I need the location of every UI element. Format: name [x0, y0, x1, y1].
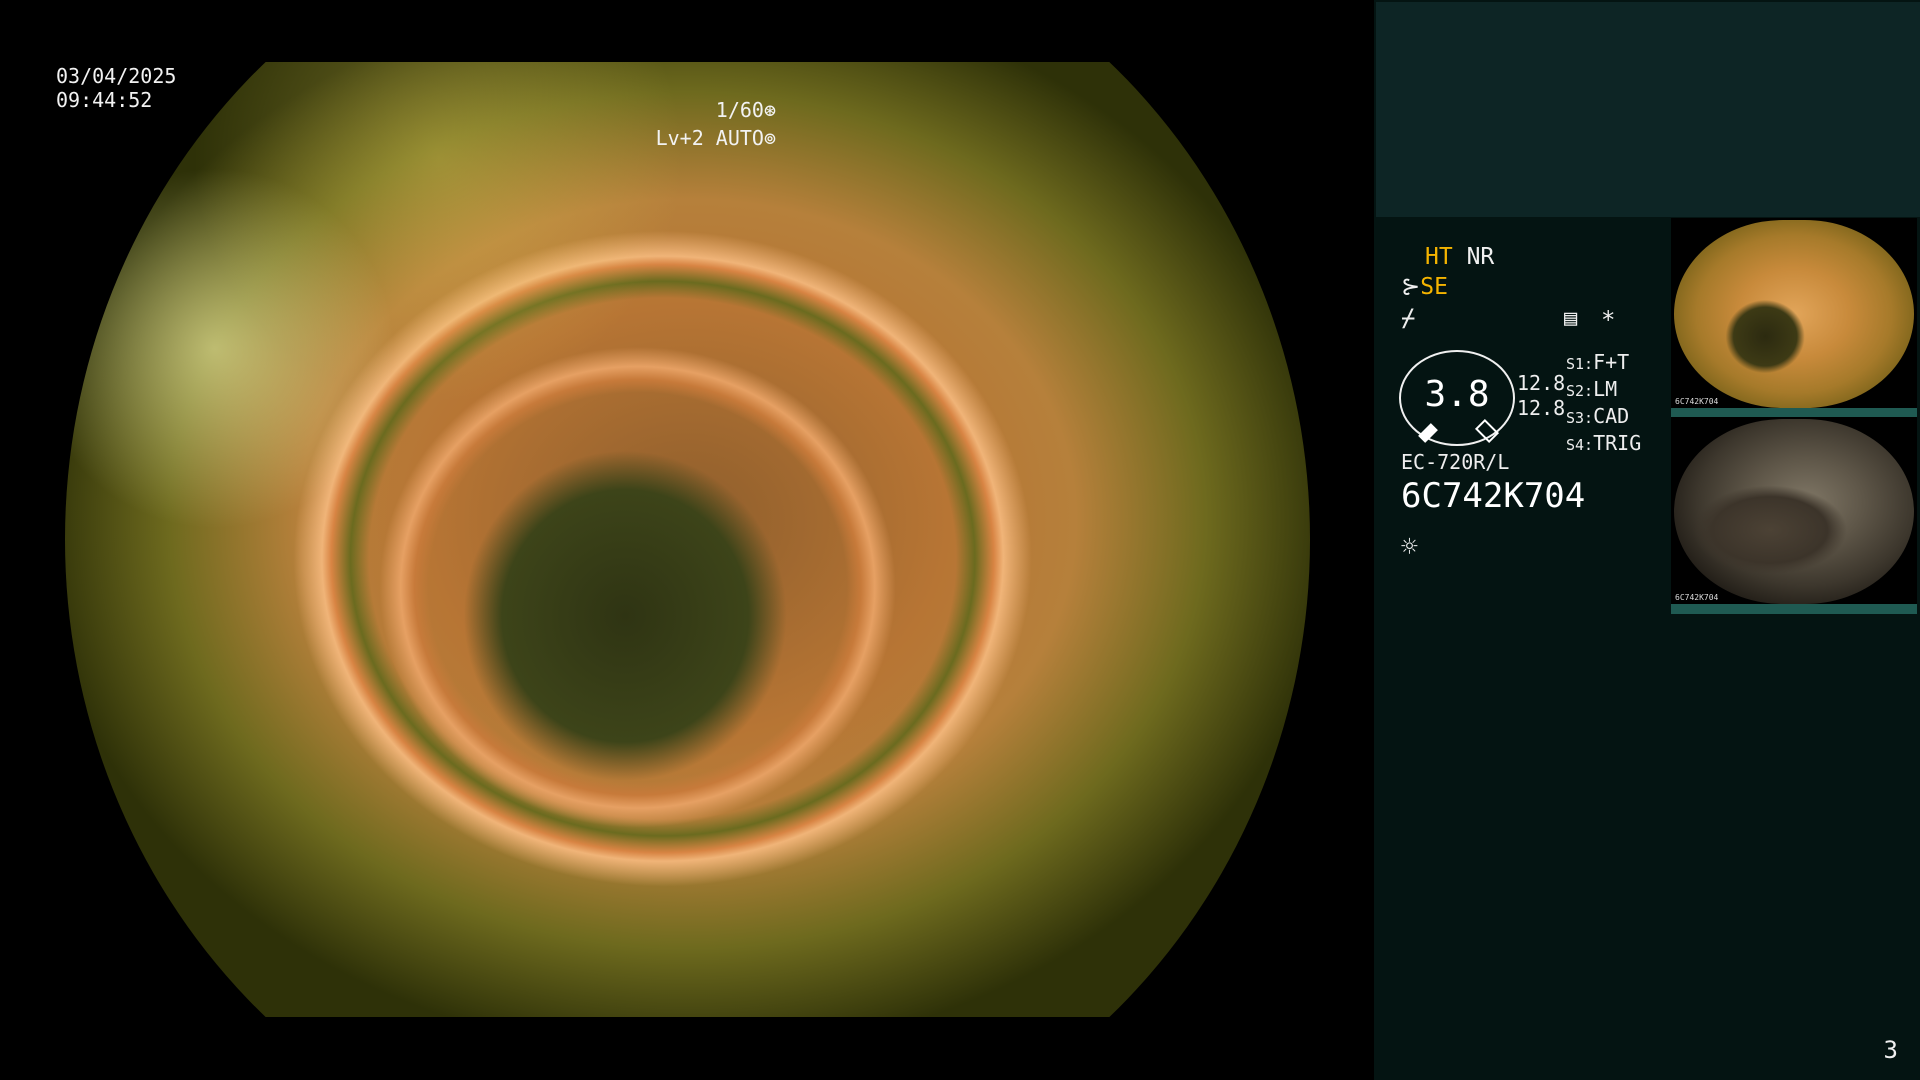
ht-mode: HT [1425, 244, 1453, 270]
mode-indicators: HT NR [1425, 244, 1494, 270]
gauge-side-values: 12.8 12.8 [1517, 371, 1566, 420]
shutter-speed: 1/60⊛ [715, 98, 776, 122]
capture-time: 09:44:52 [56, 88, 153, 112]
brightness-level: Lv+2 AUTO⊚ [655, 126, 776, 150]
gauge-value: 3.8 [1424, 374, 1490, 415]
thumbnail-2[interactable]: 6C742K704 [1671, 417, 1917, 614]
thumbnail-image [1674, 419, 1914, 604]
aperture-icon: ⊛ [763, 98, 776, 122]
scope-model: EC-720R/L [1401, 450, 1510, 474]
freeze-icon: ⌿ [1401, 304, 1416, 332]
record-icon: ▤ [1564, 306, 1578, 331]
capture-date: 03/04/2025 [56, 64, 177, 88]
scope-switch-list: S1:F+T S2:LM S3:CAD S4:TRIG [1566, 350, 1642, 455]
se-icon: ⊱ [1401, 274, 1421, 300]
iris-icon: ⊚ [763, 126, 776, 150]
thumbnail-tag: 6C742K704 [1675, 397, 1719, 406]
gauge: 3.8 [1399, 350, 1515, 446]
nr-mode: NR [1466, 244, 1495, 270]
endoscopic-light-glare [65, 62, 1310, 1017]
thumbnail-1[interactable]: 6C742K704 [1671, 218, 1917, 418]
se-label: SE [1420, 274, 1448, 300]
status-panel-header [1376, 2, 1920, 217]
light-icon: ☼ [1401, 530, 1418, 563]
asterisk-icon: * [1601, 306, 1616, 334]
endoscope-main-view: 03/04/2025 09:44:52 1/60⊛ Lv+2 AUTO⊚ [0, 0, 1374, 1080]
thumbnail-tag: 6C742K704 [1675, 593, 1719, 602]
page-number: 3 [1883, 1036, 1898, 1064]
structure-enhancement: ⊱SE [1401, 274, 1448, 300]
thumbnail-image [1674, 220, 1914, 408]
scope-serial: 6C742K704 [1401, 476, 1586, 516]
